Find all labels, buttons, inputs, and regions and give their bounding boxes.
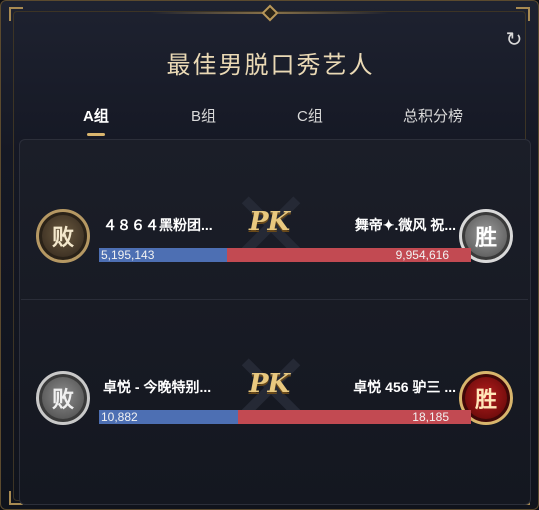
pk-match: ✕ 败 ４８６４黑粉团... PK 舞帝✦.微风 祝... 胜 5,195,14…: [1, 173, 538, 283]
group-tabs: A组 B组 C组 总积分榜: [1, 105, 538, 136]
left-vote-count: 5,195,143: [101, 248, 155, 262]
award-panel: 最佳男脱口秀艺人 ↻ A组 B组 C组 总积分榜 ✕ 败 ４８６４黑粉团... …: [0, 0, 539, 510]
left-contestant-name[interactable]: ４８６４黑粉团...: [103, 215, 228, 235]
left-contestant-name[interactable]: 卓悦 - 今晚特别...: [103, 377, 228, 397]
frame-corner: [516, 7, 530, 21]
right-contestant-name[interactable]: 卓悦 456 驴三 ...: [325, 377, 456, 397]
lose-badge: 败: [36, 371, 90, 425]
right-vote-count: 18,185: [412, 410, 449, 424]
right-vote-count: 9,954,616: [395, 248, 449, 262]
pk-label: PK: [249, 369, 290, 399]
panel-title: 最佳男脱口秀艺人: [166, 51, 375, 79]
pk-label: PK: [249, 207, 290, 237]
frame-corner: [9, 7, 23, 21]
tab-total-ranking[interactable]: 总积分榜: [403, 105, 463, 126]
lose-badge: 败: [36, 209, 90, 263]
right-contestant-name[interactable]: 舞帝✦.微风 祝...: [331, 215, 456, 235]
pk-match: ✕ 败 卓悦 - 今晚特别... PK 卓悦 456 驴三 ... 胜 10,8…: [1, 335, 538, 445]
tab-group-a[interactable]: A组: [83, 105, 109, 126]
tab-group-b[interactable]: B组: [191, 105, 216, 126]
refresh-icon[interactable]: ↻: [503, 28, 525, 50]
top-ornament-diamond: [261, 4, 279, 22]
tab-group-c[interactable]: C组: [297, 105, 323, 126]
left-vote-count: 10,882: [101, 410, 138, 424]
active-tab-indicator: [87, 133, 105, 136]
match-divider: [21, 299, 528, 300]
